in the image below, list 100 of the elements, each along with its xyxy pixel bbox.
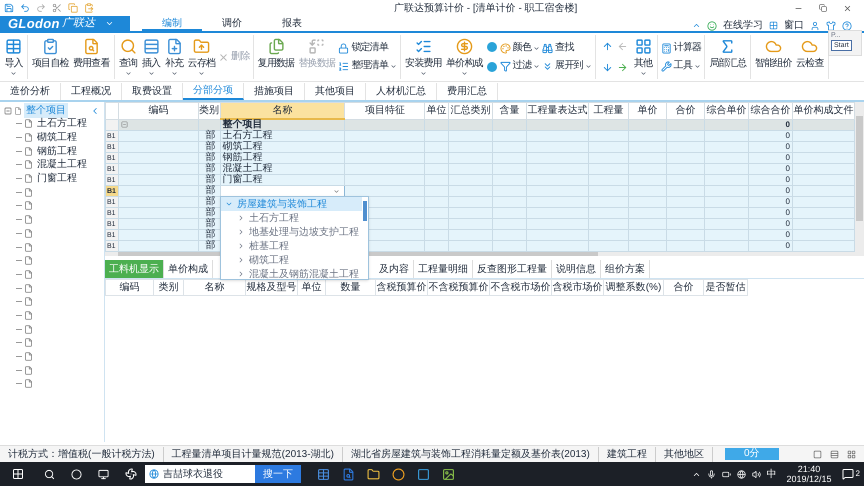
column-header[interactable]: 工程量表达式 bbox=[526, 102, 589, 119]
search-button[interactable]: 搜一下 bbox=[255, 465, 301, 483]
close-icon[interactable] bbox=[843, 4, 852, 12]
ribbon-button[interactable]: 导入 bbox=[2, 35, 25, 79]
view-tab[interactable]: 人材机汇总 bbox=[366, 83, 437, 100]
view-tab[interactable]: 分部分项 bbox=[183, 83, 244, 100]
tree-item[interactable]: 钢筋工程 bbox=[37, 144, 77, 159]
column-header[interactable]: 单位 bbox=[298, 280, 326, 296]
column-header[interactable]: 名称 bbox=[184, 280, 246, 296]
volume-icon[interactable] bbox=[752, 470, 760, 478]
start-icon[interactable] bbox=[12, 468, 24, 480]
column-header[interactable]: 数量 bbox=[326, 280, 376, 296]
view-icon[interactable] bbox=[813, 450, 822, 458]
battery-icon[interactable] bbox=[722, 470, 730, 478]
ribbon-button[interactable]: 安装费用 bbox=[403, 35, 444, 79]
dropdown-item[interactable]: 地基处理与边坡支护工程 bbox=[221, 225, 362, 239]
help-link[interactable]: 窗口 bbox=[784, 18, 804, 33]
tree-item[interactable]: 土石方工程 bbox=[37, 116, 87, 132]
column-header[interactable]: 类别 bbox=[154, 280, 184, 296]
app-icon[interactable] bbox=[342, 468, 355, 480]
ribbon-button[interactable]: 局部汇总 bbox=[707, 35, 748, 79]
column-header[interactable]: 不含税市场价 bbox=[490, 280, 552, 296]
dropdown-item[interactable]: 砌筑工程 bbox=[221, 253, 362, 267]
column-header[interactable]: 项目特征 bbox=[344, 102, 425, 119]
column-header[interactable]: 规格及型号 bbox=[246, 280, 298, 296]
menu-tab[interactable]: 编制 bbox=[142, 16, 202, 31]
restore-icon[interactable] bbox=[819, 4, 827, 12]
column-header[interactable]: 综合合价 bbox=[748, 102, 792, 119]
ribbon-button[interactable]: 展开到 bbox=[542, 60, 592, 72]
help-icon[interactable] bbox=[842, 20, 852, 30]
column-header[interactable]: 工程量 bbox=[588, 102, 629, 119]
view-tab[interactable]: 措施项目 bbox=[244, 83, 305, 100]
redo-icon[interactable] bbox=[36, 3, 46, 13]
column-header[interactable]: 含量 bbox=[492, 102, 527, 119]
column-header[interactable]: 综合单价 bbox=[704, 102, 748, 119]
search-field[interactable]: 吉喆球衣退役 bbox=[145, 465, 255, 483]
collapse-icon[interactable] bbox=[692, 21, 701, 30]
column-header[interactable]: 含税预算价 bbox=[376, 280, 428, 296]
ribbon-button[interactable]: 锁定清单 bbox=[338, 42, 398, 54]
ribbon-button[interactable]: 单价构成 bbox=[444, 35, 485, 79]
dropdown-item[interactable]: 桩基工程 bbox=[221, 239, 362, 253]
ribbon-button[interactable]: 云检查 bbox=[794, 35, 826, 79]
save-icon[interactable] bbox=[4, 3, 14, 13]
fan-icon[interactable] bbox=[125, 468, 137, 480]
paste-icon[interactable] bbox=[84, 3, 94, 13]
column-header[interactable]: 单价构成文件 bbox=[792, 102, 854, 119]
ribbon-button[interactable]: 复用数据 bbox=[256, 35, 296, 79]
ime-indicator[interactable]: 中 bbox=[766, 466, 776, 482]
copy-icon[interactable] bbox=[68, 3, 78, 13]
view-icon[interactable] bbox=[847, 450, 856, 458]
column-header[interactable]: 单位 bbox=[424, 102, 449, 119]
ribbon-button[interactable]: 颜色 bbox=[500, 42, 540, 54]
ribbon-button[interactable]: 费用查看 bbox=[70, 35, 112, 79]
menu-tab[interactable]: 报表 bbox=[262, 16, 322, 31]
ribbon-button[interactable]: 云存档 bbox=[186, 35, 218, 79]
app-icon[interactable] bbox=[392, 468, 405, 480]
help-link[interactable]: 在线学习 bbox=[723, 18, 763, 33]
row-marker[interactable] bbox=[106, 119, 118, 130]
task-view-icon[interactable] bbox=[98, 468, 109, 480]
column-header[interactable]: 汇总类别 bbox=[448, 102, 493, 119]
ribbon-button[interactable]: 补充 bbox=[162, 35, 186, 79]
tree-item[interactable]: 砌筑工程 bbox=[37, 130, 77, 146]
tree-item[interactable]: 混凝土工程 bbox=[37, 157, 87, 172]
arrow-down-icon[interactable] bbox=[602, 62, 613, 73]
column-header[interactable]: 合价 bbox=[666, 102, 704, 119]
column-header[interactable]: 含税市场价 bbox=[552, 280, 604, 296]
circle-icon[interactable] bbox=[71, 468, 82, 480]
vertical-scrollbar[interactable] bbox=[855, 102, 864, 256]
view-icon[interactable] bbox=[830, 450, 839, 458]
column-header[interactable]: 类别 bbox=[198, 102, 220, 119]
caret-icon[interactable] bbox=[104, 19, 114, 28]
view-tab[interactable]: 取费设置 bbox=[122, 83, 183, 100]
dropdown-item[interactable]: 土石方工程 bbox=[221, 211, 362, 225]
search-icon[interactable] bbox=[44, 468, 55, 480]
menu-tab[interactable]: 调价 bbox=[202, 16, 262, 31]
view-tab[interactable]: 造价分析 bbox=[0, 83, 61, 100]
column-header[interactable]: 编码 bbox=[118, 102, 198, 119]
collapse-icon[interactable] bbox=[120, 121, 128, 128]
column-header[interactable]: 调整系数(%) bbox=[604, 280, 664, 296]
app-icon[interactable] bbox=[317, 468, 330, 480]
column-header[interactable]: 不含税预算价 bbox=[428, 280, 490, 296]
undo-icon[interactable] bbox=[20, 3, 30, 13]
tree-item[interactable]: 门窗工程 bbox=[37, 171, 77, 186]
column-header[interactable]: 是否暂估 bbox=[704, 280, 748, 296]
ribbon-button[interactable]: 其他 bbox=[632, 35, 655, 79]
ribbon-button[interactable]: 计算器 bbox=[660, 42, 702, 54]
network-icon[interactable] bbox=[736, 470, 746, 478]
user-icon[interactable] bbox=[810, 20, 820, 30]
scissors-icon[interactable] bbox=[52, 3, 62, 13]
ribbon-button[interactable]: 查询 bbox=[116, 35, 140, 79]
ribbon-button[interactable]: 过滤 bbox=[500, 60, 540, 72]
ribbon-button[interactable]: 工具 bbox=[660, 60, 702, 72]
arrow-up-icon[interactable] bbox=[602, 41, 613, 52]
ribbon-button[interactable]: 整理清单 bbox=[338, 60, 398, 72]
scrollbar-thumb[interactable] bbox=[363, 201, 367, 221]
view-tab[interactable]: 费用汇总 bbox=[437, 83, 498, 100]
arrow-right-icon[interactable] bbox=[616, 62, 628, 73]
column-header[interactable]: 名称 bbox=[220, 102, 345, 119]
column-header[interactable]: 合价 bbox=[664, 280, 704, 296]
mic-icon[interactable] bbox=[706, 470, 716, 478]
